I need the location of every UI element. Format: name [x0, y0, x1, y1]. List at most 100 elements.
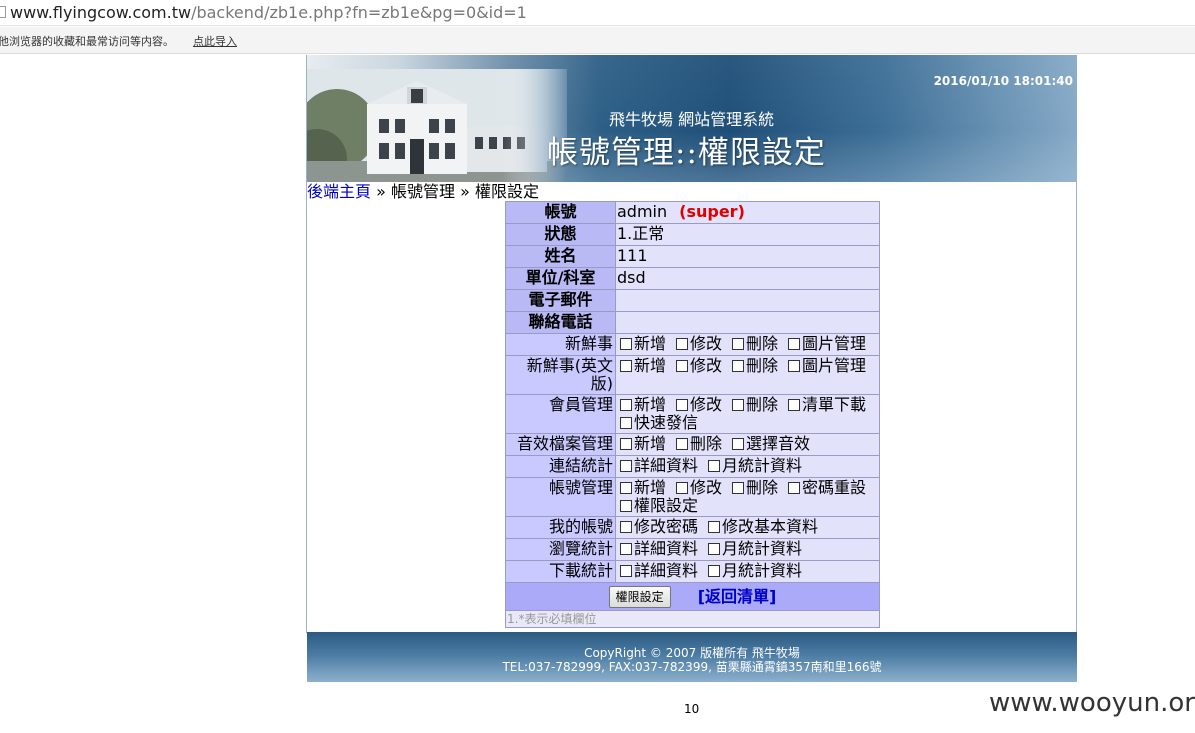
permission-option[interactable]: 刪除 [729, 479, 778, 497]
checkbox-label: 新增 [634, 478, 667, 497]
site-container: 2016/01/10 18:01:40 飛牛牧場 網站管理系統 帳號管理::權限… [306, 55, 1077, 682]
checkbox[interactable] [788, 482, 801, 494]
account-value-cell: admin (super) [615, 201, 880, 224]
permission-option[interactable]: 密碼重設 [785, 479, 866, 497]
checkbox-label: 詳細資料 [634, 539, 699, 558]
address-bar[interactable]: www.flyingcow.com.tw/backend/zb1e.php?fn… [0, 0, 1195, 26]
checkbox[interactable] [732, 338, 745, 350]
checkbox[interactable] [708, 543, 721, 555]
checkbox[interactable] [676, 338, 689, 350]
permission-option[interactable]: 詳細資料 [617, 562, 698, 580]
permission-options: 修改密碼 修改基本資料 [615, 516, 880, 539]
breadcrumb-current: 權限設定 [474, 182, 539, 201]
checkbox[interactable] [788, 338, 801, 350]
checkbox-label: 新增 [634, 334, 667, 353]
checkbox[interactable] [620, 565, 632, 577]
permission-option[interactable]: 新增 [617, 435, 666, 453]
checkbox[interactable] [620, 360, 632, 372]
checkbox[interactable] [788, 360, 801, 372]
permission-option[interactable]: 月統計資料 [705, 457, 802, 475]
checkbox-label: 快速發信 [634, 413, 699, 432]
permission-option[interactable]: 修改 [673, 357, 722, 375]
permission-label: 音效檔案管理 [505, 433, 616, 456]
back-to-list-link[interactable]: [返回清單] [698, 587, 777, 606]
permission-option[interactable]: 月統計資料 [705, 562, 802, 580]
checkbox[interactable] [708, 565, 721, 577]
permission-option[interactable]: 權限設定 [617, 497, 698, 515]
permission-row: 瀏覽統計 詳細資料 月統計資料 [505, 538, 880, 561]
permission-row: 下載統計 詳細資料 月統計資料 [505, 560, 880, 583]
row-account: 帳號 admin (super) [505, 201, 880, 224]
submit-permissions-button[interactable]: 權限設定 [608, 585, 671, 608]
permission-option[interactable]: 圖片管理 [785, 335, 866, 353]
permission-option[interactable]: 修改 [673, 335, 722, 353]
required-note: 1.*表示必填欄位 [505, 610, 880, 628]
checkbox-label: 刪除 [746, 478, 779, 497]
permission-option[interactable]: 修改基本資料 [705, 518, 818, 536]
row-email: 電子郵件 [505, 289, 880, 312]
checkbox[interactable] [620, 338, 632, 350]
checkbox[interactable] [620, 482, 632, 494]
permission-option[interactable]: 修改 [673, 479, 722, 497]
checkbox-label: 修改 [690, 334, 723, 353]
checkbox[interactable] [620, 417, 632, 429]
checkbox[interactable] [620, 500, 632, 512]
checkbox[interactable] [620, 399, 632, 411]
permission-option[interactable]: 月統計資料 [705, 540, 802, 558]
phone-label: 聯絡電話 [505, 311, 616, 334]
checkbox[interactable] [732, 438, 745, 450]
row-name: 姓名 111 [505, 245, 880, 268]
permission-option[interactable]: 清單下載 [785, 396, 866, 414]
checkbox[interactable] [620, 543, 632, 555]
checkbox[interactable] [732, 360, 745, 372]
permission-option[interactable]: 修改 [673, 396, 722, 414]
unit-label: 單位/科室 [505, 267, 616, 290]
watermark: www.wooyun.org [989, 688, 1195, 718]
permission-option[interactable]: 修改密碼 [617, 518, 698, 536]
checkbox[interactable] [788, 399, 801, 411]
checkbox[interactable] [620, 521, 632, 533]
page-title: 帳號管理::權限設定 [547, 135, 826, 171]
permission-option[interactable]: 新增 [617, 357, 666, 375]
checkbox[interactable] [620, 438, 632, 450]
url-text[interactable]: www.flyingcow.com.tw/backend/zb1e.php?fn… [10, 3, 527, 22]
checkbox-label: 月統計資料 [722, 561, 803, 580]
permission-options: 新增 修改 刪除 圖片管理 [615, 333, 880, 356]
checkbox[interactable] [676, 360, 689, 372]
permission-option[interactable]: 刪除 [673, 435, 722, 453]
breadcrumb-home-link[interactable]: 後端主頁 [307, 182, 371, 201]
checkbox-label: 新增 [634, 395, 667, 414]
permission-option[interactable]: 圖片管理 [785, 357, 866, 375]
permission-option[interactable]: 刪除 [729, 396, 778, 414]
checkbox[interactable] [732, 482, 745, 494]
permission-option[interactable]: 刪除 [729, 357, 778, 375]
permission-option[interactable]: 詳細資料 [617, 540, 698, 558]
permission-option[interactable]: 刪除 [729, 335, 778, 353]
checkbox[interactable] [676, 482, 689, 494]
checkbox[interactable] [676, 399, 689, 411]
checkbox[interactable] [708, 460, 721, 472]
permission-option[interactable]: 新增 [617, 396, 666, 414]
checkbox-label: 刪除 [746, 356, 779, 375]
checkbox-label: 新增 [634, 356, 667, 375]
checkbox-label: 選擇音效 [746, 434, 811, 453]
permission-option[interactable]: 新增 [617, 479, 666, 497]
checkbox[interactable] [676, 438, 689, 450]
bookmark-import-link[interactable]: 点此导入 [193, 33, 237, 49]
breadcrumb-separator: » [371, 182, 391, 201]
bookmark-message: 他浏览器的收藏和最常访问等内容。 [0, 35, 174, 48]
checkbox[interactable] [708, 521, 721, 533]
unit-value: dsd [615, 267, 880, 290]
permission-option[interactable]: 快速發信 [617, 414, 698, 432]
checkbox[interactable] [620, 460, 632, 472]
email-label: 電子郵件 [505, 289, 616, 312]
checkbox-label: 權限設定 [634, 496, 699, 515]
checkbox-label: 刪除 [746, 395, 779, 414]
permission-option[interactable]: 新增 [617, 335, 666, 353]
permission-option[interactable]: 選擇音效 [729, 435, 810, 453]
action-cell: 權限設定 [返回清單] [505, 582, 880, 611]
permission-label: 會員管理 [505, 394, 616, 434]
permission-options: 詳細資料 月統計資料 [615, 538, 880, 561]
permission-option[interactable]: 詳細資料 [617, 457, 698, 475]
checkbox[interactable] [732, 399, 745, 411]
